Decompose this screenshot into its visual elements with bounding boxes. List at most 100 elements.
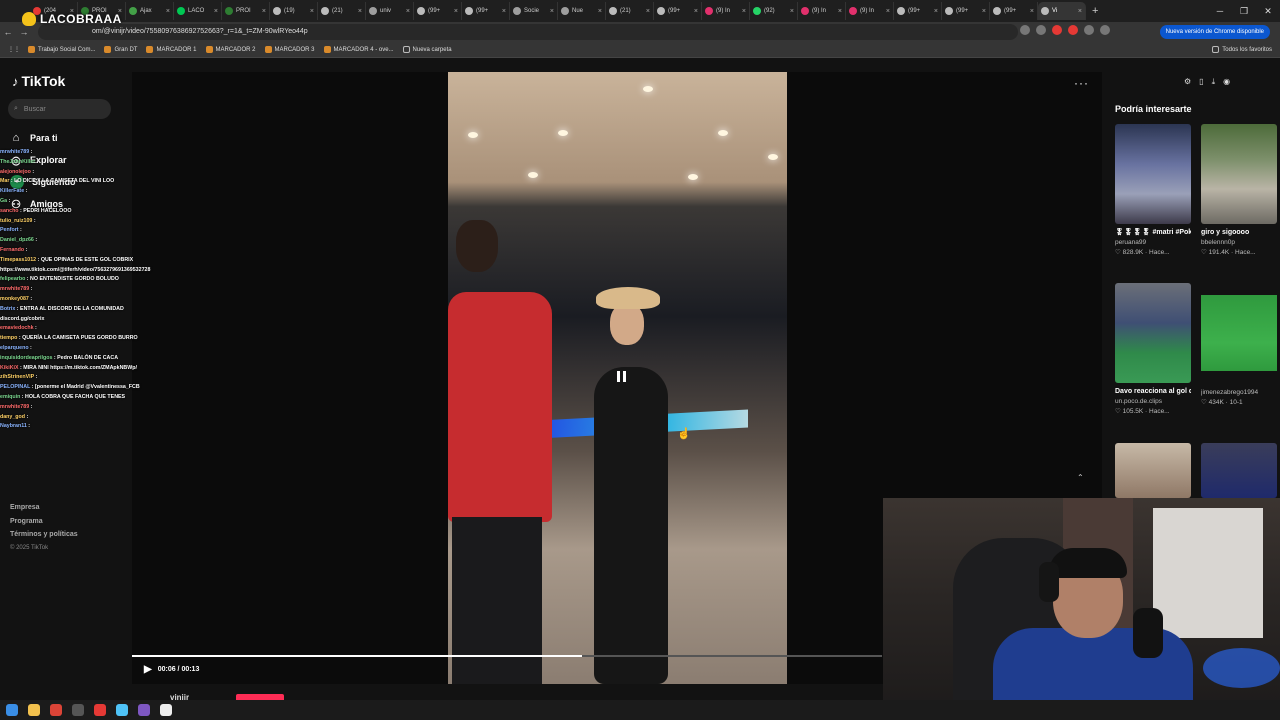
settings-icon[interactable]: ⚙ — [1184, 77, 1191, 87]
extension-icon[interactable] — [1068, 25, 1078, 35]
bookmark-item[interactable]: MARCADOR 1 — [146, 46, 197, 53]
avatar[interactable]: ◉ — [1223, 77, 1230, 87]
play-icon[interactable]: ▶ — [144, 664, 152, 675]
browser-tab[interactable]: (99+ × — [654, 2, 702, 20]
recommendation-user[interactable]: jimenezabrego1994 — [1201, 389, 1277, 396]
tab-close-icon[interactable]: × — [262, 8, 266, 15]
video-thumbnail[interactable] — [1201, 124, 1277, 224]
tab-close-icon[interactable]: × — [502, 8, 506, 15]
recommendation-card[interactable]: giro y sigoooo bbelennn0p ♡ 191.4K · Hac… — [1201, 124, 1277, 256]
browser-tab[interactable]: (92) × — [750, 2, 798, 20]
tab-close-icon[interactable]: × — [1030, 8, 1034, 15]
browser-tab[interactable]: (9) In × — [702, 2, 750, 20]
browser-tab[interactable]: LACO × — [174, 2, 222, 20]
tab-close-icon[interactable]: × — [598, 8, 602, 15]
bookmark-star-icon[interactable] — [1036, 25, 1046, 35]
profile-avatar[interactable] — [1100, 25, 1110, 35]
browser-tab[interactable]: (99+ × — [414, 2, 462, 20]
browser-tab[interactable]: (21) × — [318, 2, 366, 20]
maximize-icon[interactable]: ❐ — [1232, 0, 1256, 22]
file-explorer-icon[interactable] — [28, 704, 40, 716]
tab-close-icon[interactable]: × — [1078, 8, 1082, 15]
app-icon[interactable] — [94, 704, 106, 716]
tab-close-icon[interactable]: × — [358, 8, 362, 15]
app-icon[interactable] — [116, 704, 128, 716]
footer-link-programa[interactable]: Programa — [10, 518, 78, 532]
tab-close-icon[interactable]: × — [406, 8, 410, 15]
bookmark-item[interactable]: Gran DT — [104, 46, 137, 53]
tab-close-icon[interactable]: × — [790, 8, 794, 15]
browser-tab[interactable]: (99+ × — [990, 2, 1038, 20]
url-input[interactable]: om/@vinijr/video/7558097638692752663?_r=… — [38, 24, 1018, 40]
extensions-puzzle-icon[interactable] — [1084, 25, 1094, 35]
pause-icon[interactable] — [614, 371, 628, 385]
video-thumbnail[interactable] — [1201, 443, 1277, 498]
more-options-icon[interactable]: ··· — [1074, 76, 1089, 90]
bookmark-item[interactable]: Trabajo Social Com... — [28, 46, 95, 53]
tab-close-icon[interactable]: × — [982, 8, 986, 15]
browser-tab[interactable]: Nue × — [558, 2, 606, 20]
chrome-icon[interactable] — [50, 704, 62, 716]
footer-link-terminos[interactable]: Términos y políticas — [10, 531, 78, 545]
cast-icon[interactable] — [1020, 25, 1030, 35]
tab-close-icon[interactable]: × — [166, 8, 170, 15]
tab-close-icon[interactable]: × — [310, 8, 314, 15]
tab-close-icon[interactable]: × — [550, 8, 554, 15]
browser-tab[interactable]: (99+ × — [942, 2, 990, 20]
bookmark-item[interactable]: MARCADOR 4 - ove... — [323, 46, 394, 53]
video-thumbnail[interactable] — [1115, 124, 1191, 224]
download-icon[interactable]: ⤓ — [1212, 77, 1216, 87]
browser-tab[interactable]: Vi × — [1038, 2, 1086, 20]
video-thumbnail[interactable] — [1115, 443, 1191, 498]
tab-close-icon[interactable]: × — [646, 8, 650, 15]
video-progress-bar[interactable] — [132, 655, 882, 657]
tab-close-icon[interactable]: × — [886, 8, 890, 15]
tab-close-icon[interactable]: × — [214, 8, 218, 15]
discord-icon[interactable] — [138, 704, 150, 716]
phone-icon[interactable]: ▯ — [1199, 77, 1203, 87]
recommendation-card[interactable]: 🎖🎖🎖🎖 #matri #Pokemon... peruana99 ♡ 828.… — [1115, 124, 1191, 256]
sidebar-item-para-ti[interactable]: ⌂ Para ti — [10, 127, 76, 149]
video-thumbnail[interactable] — [1115, 283, 1191, 383]
recommendation-card[interactable]: jimenezabrego1994 ♡ 434K · 10-1 — [1201, 283, 1277, 406]
tab-close-icon[interactable]: × — [838, 8, 842, 15]
tab-close-icon[interactable]: × — [934, 8, 938, 15]
app-icon[interactable] — [72, 704, 84, 716]
scroll-up-icon[interactable]: ⌃ — [1077, 473, 1084, 482]
tab-close-icon[interactable]: × — [742, 8, 746, 15]
video-thumbnail[interactable] — [1201, 283, 1277, 383]
tab-close-icon[interactable]: × — [694, 8, 698, 15]
all-bookmarks[interactable]: Todos los favoritos — [1212, 46, 1272, 53]
browser-tab[interactable]: (9) In × — [846, 2, 894, 20]
apps-grid-icon[interactable]: ⋮⋮ — [8, 46, 20, 53]
app-icon[interactable] — [160, 704, 172, 716]
browser-tab[interactable]: univ × — [366, 2, 414, 20]
start-menu-icon[interactable] — [6, 704, 18, 716]
forward-icon[interactable]: → — [16, 27, 32, 37]
recommendation-card[interactable]: Davo reacciona al gol de Bellingham ... … — [1115, 283, 1191, 415]
browser-tab[interactable]: Socie × — [510, 2, 558, 20]
browser-tab[interactable]: (99+ × — [462, 2, 510, 20]
browser-tab[interactable]: PROI × — [222, 2, 270, 20]
close-window-icon[interactable]: ✕ — [1256, 0, 1280, 22]
recommendation-card[interactable] — [1201, 443, 1277, 498]
minimize-icon[interactable]: ─ — [1208, 0, 1232, 22]
browser-tab[interactable]: (19) × — [270, 2, 318, 20]
browser-tab[interactable]: Ajax × — [126, 2, 174, 20]
video-player[interactable]: ☝ — [448, 72, 787, 684]
browser-tab[interactable]: (99+ × — [894, 2, 942, 20]
search-input[interactable]: ⌕ Buscar — [8, 99, 111, 119]
tiktok-logo[interactable]: ♪ TikTok — [12, 73, 65, 89]
new-tab-button[interactable]: + — [1092, 5, 1098, 17]
recommendation-user[interactable]: bbelennn0p — [1201, 239, 1277, 246]
browser-tab[interactable]: (21) × — [606, 2, 654, 20]
bookmark-item[interactable]: Nueva carpeta — [402, 46, 452, 53]
browser-tab[interactable]: (9) In × — [798, 2, 846, 20]
recommendation-user[interactable]: un.poco.de.clips — [1115, 398, 1191, 405]
bookmark-item[interactable]: MARCADOR 3 — [264, 46, 315, 53]
extension-icon[interactable] — [1052, 25, 1062, 35]
chrome-update-button[interactable]: Nueva versión de Chrome disponible — [1159, 25, 1270, 39]
recommendation-user[interactable]: peruana99 — [1115, 239, 1191, 246]
recommendation-card[interactable] — [1115, 443, 1191, 498]
footer-link-empresa[interactable]: Empresa — [10, 504, 78, 518]
